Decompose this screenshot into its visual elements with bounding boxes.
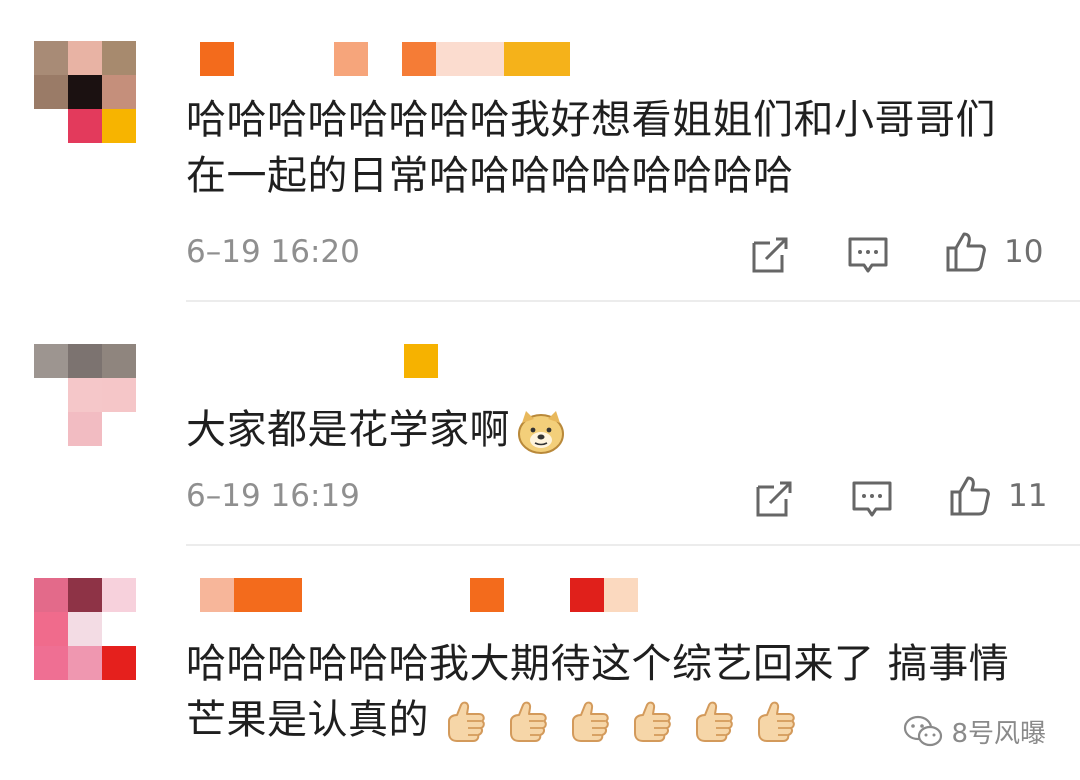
comment-text: 哈哈哈哈哈哈哈哈我好想看姐姐们和小哥哥们在一起的日常哈哈哈哈哈哈哈哈哈 [186, 97, 996, 199]
watermark-text: 8号风曝 [951, 719, 1046, 749]
comment-item: 大家都是花学家啊 6–19 16:19 11 [0, 304, 1080, 546]
comment-icon[interactable] [850, 477, 894, 521]
share-icon[interactable] [752, 477, 796, 521]
comment-text-content: 大家都是花学家啊 [186, 407, 510, 453]
avatar[interactable] [34, 578, 136, 680]
thumbs-up-emoji [510, 701, 547, 742]
thumbs-up-emoji [758, 701, 795, 742]
share-icon[interactable] [748, 233, 792, 277]
username[interactable] [200, 578, 638, 612]
doge-emoji [518, 411, 564, 454]
comment-text: 大家都是花学家啊 [186, 402, 1036, 458]
thumbs-up-icon[interactable] [944, 230, 988, 274]
thumbs-up-emoji [572, 701, 609, 742]
divider [186, 300, 1080, 302]
like-count: 11 [1008, 478, 1048, 514]
like-count: 10 [1004, 234, 1044, 270]
comment-time: 6–19 16:19 [186, 478, 360, 514]
comment-item: 哈哈哈哈哈哈哈哈我好想看姐姐们和小哥哥们在一起的日常哈哈哈哈哈哈哈哈哈 6–19… [0, 0, 1080, 302]
thumbs-up-emoji [634, 701, 671, 742]
comment-icon[interactable] [846, 233, 890, 277]
thumbs-up-emoji [448, 701, 485, 742]
username[interactable] [404, 344, 438, 378]
avatar[interactable] [34, 41, 136, 143]
wechat-icon [904, 715, 943, 746]
thumbs-up-icon[interactable] [948, 474, 992, 518]
watermark: 8号风曝 [903, 713, 1046, 750]
username[interactable] [200, 42, 570, 76]
emoji-list [429, 697, 801, 743]
avatar[interactable] [34, 344, 136, 446]
comment-time: 6–19 16:20 [186, 234, 360, 270]
divider [186, 544, 1080, 546]
thumbs-up-emoji [696, 701, 733, 742]
